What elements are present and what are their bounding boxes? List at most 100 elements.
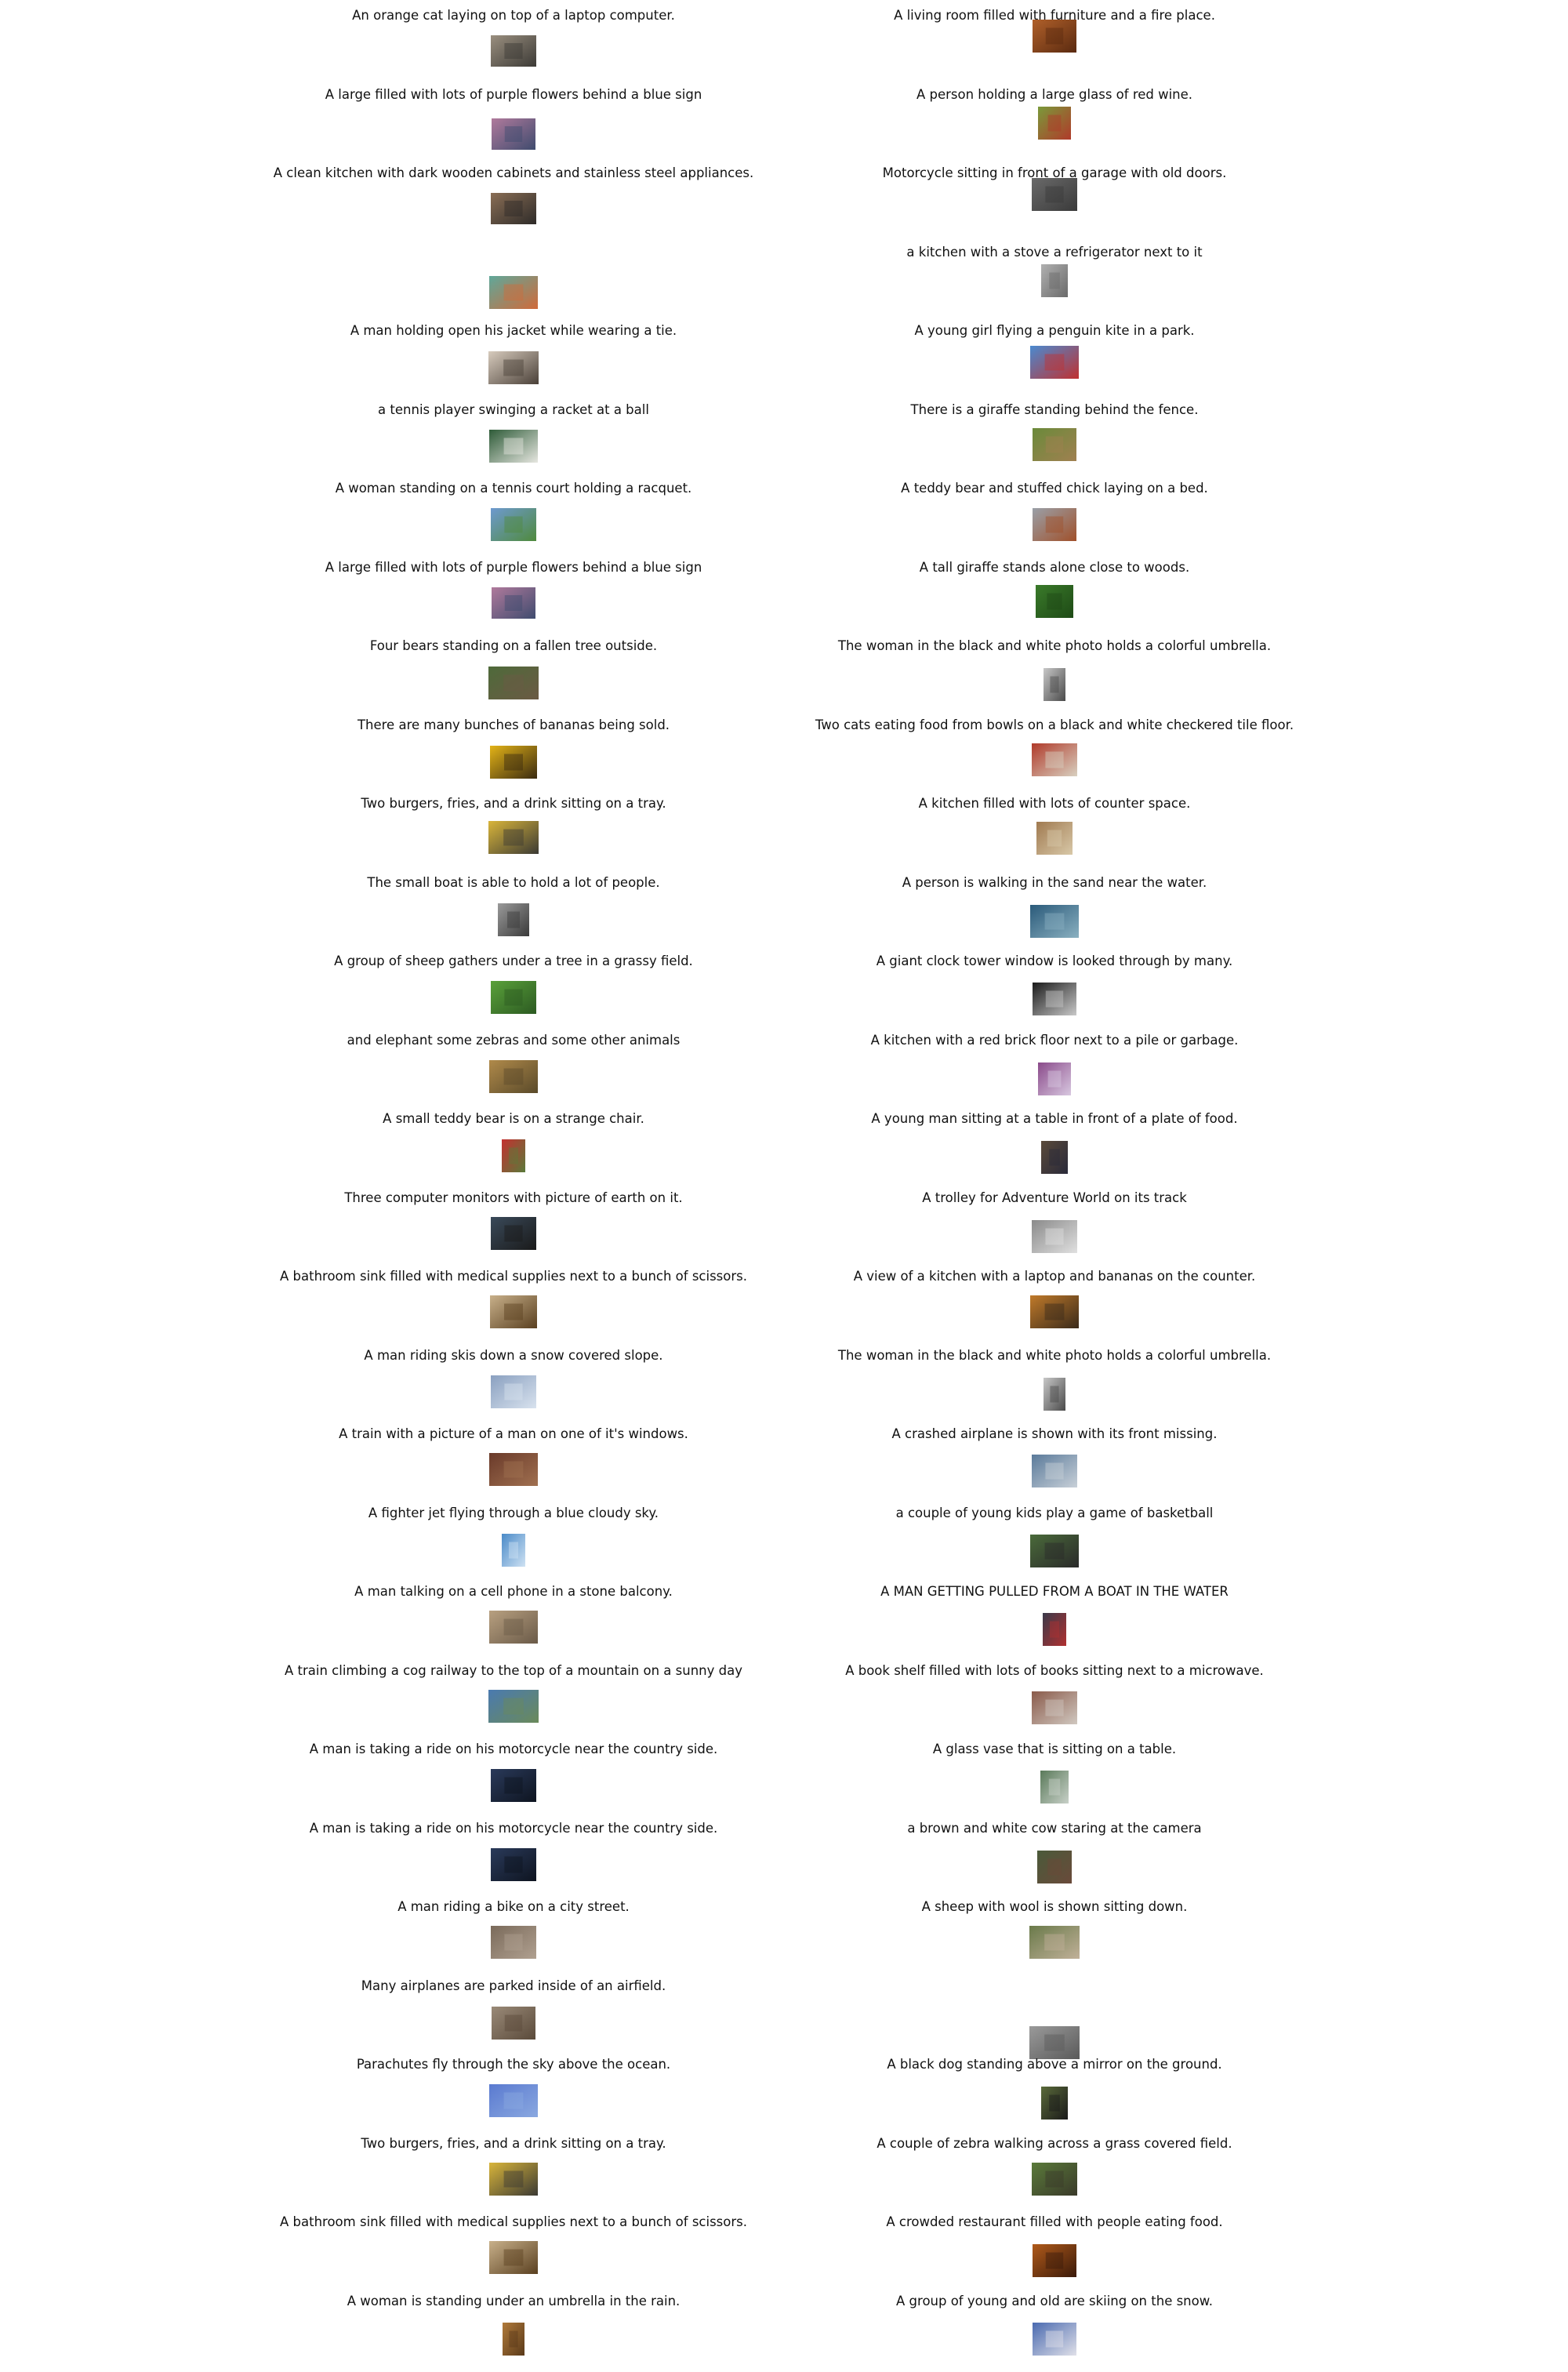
image-caption: A kitchen filled with lots of counter sp… <box>918 796 1191 811</box>
caption-card: A living room filled with furniture and … <box>702 8 1407 86</box>
thumbnail-image <box>1029 2025 1080 2059</box>
thumbnail-image <box>489 1611 538 1644</box>
thumbnail-image <box>489 1453 538 1486</box>
caption-card: A book shelf filled with lots of books s… <box>702 1663 1407 1742</box>
image-caption: Two cats eating food from bowls on a bla… <box>815 717 1294 732</box>
caption-card: A person is walking in the sand near the… <box>702 875 1407 954</box>
thumbnail-image <box>1044 1377 1065 1411</box>
thumbnail-image <box>489 2084 538 2117</box>
thumbnail-image <box>489 275 538 309</box>
caption-card: A young man sitting at a table in front … <box>702 1111 1407 1190</box>
caption-card: A teddy bear and stuffed chick laying on… <box>702 481 1407 559</box>
thumbnail-image <box>491 1926 536 1959</box>
thumbnail-image <box>498 903 529 936</box>
thumbnail-image <box>492 2006 535 2040</box>
thumbnail-image <box>491 1216 536 1250</box>
thumbnail-image <box>1033 427 1076 461</box>
thumbnail-image <box>490 1295 537 1328</box>
thumbnail-image <box>491 1847 536 1881</box>
thumbnail-image <box>1037 1850 1072 1883</box>
image-caption: A black dog standing above a mirror on t… <box>887 2057 1222 2072</box>
image-caption: A view of a kitchen with a laptop and ba… <box>853 1269 1256 1284</box>
thumbnail-image <box>1036 584 1073 618</box>
thumbnail-image <box>1030 904 1079 938</box>
thumbnail-image <box>491 981 536 1014</box>
thumbnail-image <box>492 587 535 619</box>
caption-card: A couple of zebra walking across a grass… <box>702 2136 1407 2214</box>
image-caption: A young girl flying a penguin kite in a … <box>914 323 1195 338</box>
thumbnail-image <box>488 1689 539 1723</box>
thumbnail-image <box>1030 1295 1079 1328</box>
caption-card: A tall giraffe stands alone close to woo… <box>702 560 1407 638</box>
caption-card: There is a giraffe standing behind the f… <box>702 402 1407 481</box>
caption-card: A crashed airplane is shown with its fro… <box>702 1426 1407 1505</box>
thumbnail-image <box>1032 743 1077 776</box>
image-caption: A book shelf filled with lots of books s… <box>845 1662 1264 1678</box>
image-caption: A glass vase that is sitting on a table. <box>932 1742 1177 1756</box>
thumbnail-image <box>1033 2244 1076 2277</box>
caption-card: The woman in the black and white photo h… <box>702 1348 1407 1426</box>
caption-card: A black dog standing above a mirror on t… <box>702 2057 1407 2135</box>
thumbnail-image <box>490 745 537 779</box>
thumbnail-image <box>502 1533 525 1567</box>
image-caption: A MAN GETTING PULLED FROM A BOAT IN THE … <box>880 1584 1229 1599</box>
caption-card: Motorcycle sitting in front of a garage … <box>702 165 1407 244</box>
image-caption: There is a giraffe standing behind the f… <box>910 401 1199 417</box>
image-caption: A trolley for Adventure World on its tra… <box>922 1190 1187 1205</box>
thumbnail-image <box>491 1769 536 1802</box>
caption-card: A person holding a large glass of red wi… <box>702 87 1407 165</box>
image-caption: A person holding a large glass of red wi… <box>916 86 1193 102</box>
image-caption: a brown and white cow staring at the cam… <box>907 1820 1202 1836</box>
thumbnail-image <box>1030 346 1079 379</box>
thumbnail-image <box>1036 822 1073 855</box>
thumbnail-image <box>491 35 536 67</box>
thumbnail-image <box>502 1139 525 1172</box>
image-caption: A crashed airplane is shown with its fro… <box>891 1426 1218 1441</box>
image-caption: A kitchen with a red brick floor next to… <box>870 1032 1239 1048</box>
thumbnail-image <box>1032 2162 1077 2196</box>
thumbnail-image <box>1033 2322 1076 2356</box>
image-caption: A teddy bear and stuffed chick laying on… <box>901 481 1208 496</box>
caption-card <box>702 1978 1407 2059</box>
thumbnail-image <box>1033 508 1076 541</box>
caption-card: The woman in the black and white photo h… <box>702 638 1407 717</box>
image-caption: A crowded restaurant filled with people … <box>886 2214 1223 2229</box>
caption-card: A glass vase that is sitting on a table. <box>702 1742 1407 1820</box>
image-caption: A giant clock tower window is looked thr… <box>876 954 1233 968</box>
image-caption: A person is walking in the sand near the… <box>902 874 1207 890</box>
caption-card: A kitchen filled with lots of counter sp… <box>702 796 1407 874</box>
image-caption: A young man sitting at a table in front … <box>871 1111 1238 1126</box>
caption-card: A sheep with wool is shown sitting down. <box>702 1899 1407 1978</box>
thumbnail-image <box>503 2322 524 2356</box>
caption-card: A giant clock tower window is looked thr… <box>702 954 1407 1032</box>
thumbnail-image <box>488 667 539 699</box>
thumbnail-image <box>489 2241 538 2274</box>
thumbnail-image <box>489 1059 538 1093</box>
caption-card: a kitchen with a stove a refrigerator ne… <box>702 245 1407 323</box>
thumbnail-image <box>1041 1141 1068 1174</box>
image-caption: The woman in the black and white photo h… <box>837 638 1272 653</box>
thumbnail-image <box>1032 178 1077 211</box>
caption-card: A view of a kitchen with a laptop and ba… <box>702 1269 1407 1347</box>
caption-card: A kitchen with a red brick floor next to… <box>702 1033 1407 1111</box>
thumbnail-image <box>488 351 539 384</box>
thumbnail-image <box>1041 263 1068 297</box>
thumbnail-image <box>1032 1219 1077 1253</box>
caption-card: a brown and white cow staring at the cam… <box>702 1821 1407 1899</box>
thumbnail-image <box>1030 1534 1079 1567</box>
thumbnail-image <box>489 2162 538 2196</box>
thumbnail-image <box>491 508 536 541</box>
image-caption: A couple of zebra walking across a grass… <box>877 2135 1232 2151</box>
caption-card: Two cats eating food from bowls on a bla… <box>702 717 1407 796</box>
caption-card: A trolley for Adventure World on its tra… <box>702 1190 1407 1269</box>
thumbnail-image <box>488 821 539 854</box>
caption-card: A crowded restaurant filled with people … <box>702 2214 1407 2293</box>
thumbnail-image <box>1038 1062 1071 1095</box>
image-caption: a couple of young kids play a game of ba… <box>895 1505 1214 1520</box>
caption-card: A MAN GETTING PULLED FROM A BOAT IN THE … <box>702 1584 1407 1662</box>
thumbnail-image <box>491 1375 536 1408</box>
image-caption: a kitchen with a stove a refrigerator ne… <box>906 244 1203 260</box>
image-caption: The woman in the black and white photo h… <box>837 1347 1272 1363</box>
thumbnail-image <box>1040 1771 1069 1804</box>
thumbnail-image <box>1038 106 1071 140</box>
